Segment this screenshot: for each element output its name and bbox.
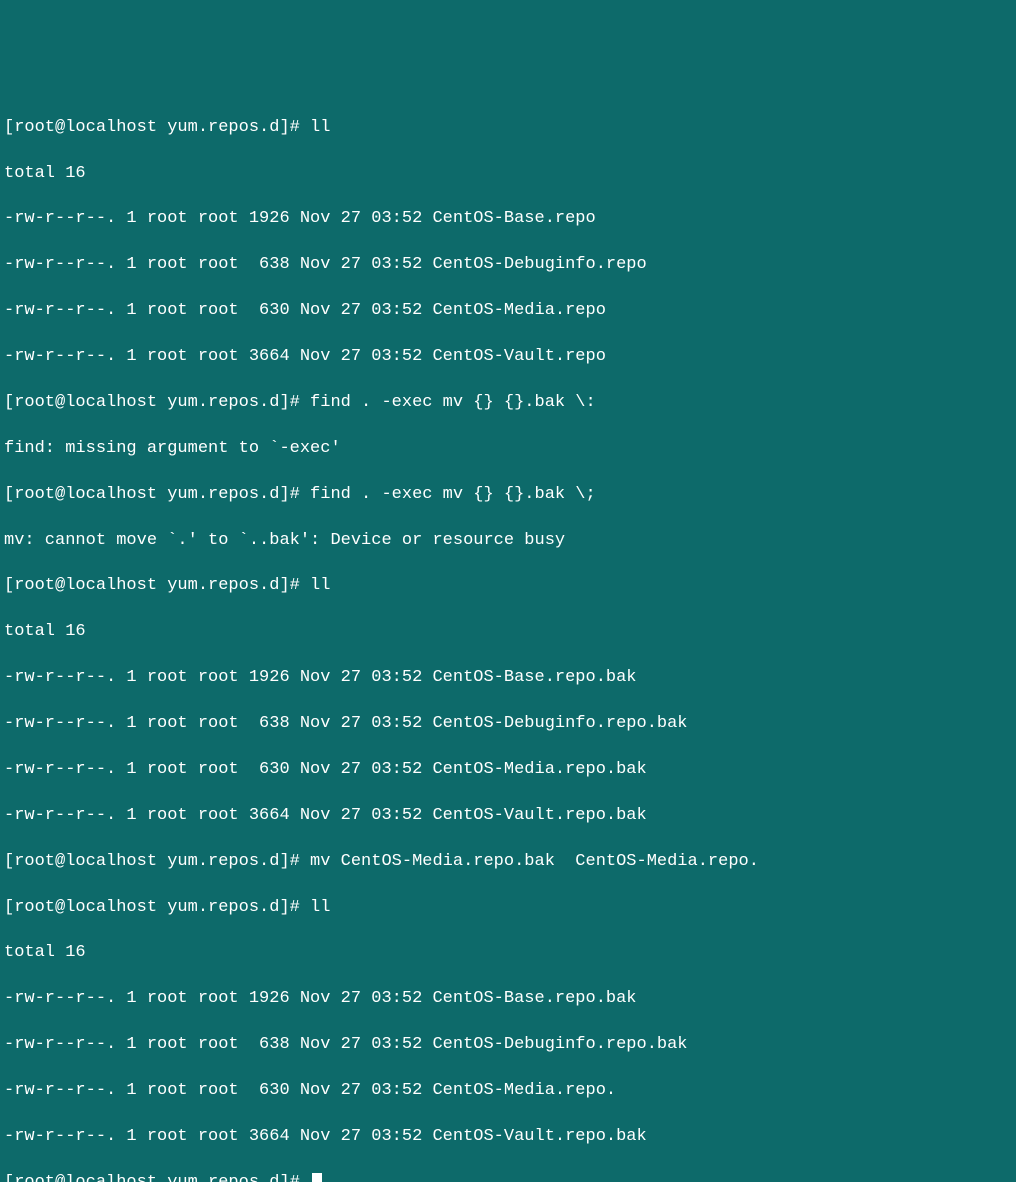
output-line: -rw-r--r--. 1 root root 1926 Nov 27 03:5… <box>4 667 1012 690</box>
prompt-line: [root@localhost yum.repos.d]# ll <box>4 897 1012 920</box>
output-line: -rw-r--r--. 1 root root 630 Nov 27 03:52… <box>4 300 1012 323</box>
prompt-line: [root@localhost yum.repos.d]# find . -ex… <box>4 484 1012 507</box>
output-line: -rw-r--r--. 1 root root 630 Nov 27 03:52… <box>4 759 1012 782</box>
output-line: total 16 <box>4 621 1012 644</box>
output-line: -rw-r--r--. 1 root root 1926 Nov 27 03:5… <box>4 988 1012 1011</box>
terminal-output[interactable]: [root@localhost yum.repos.d]# ll total 1… <box>4 94 1012 1182</box>
output-line: -rw-r--r--. 1 root root 3664 Nov 27 03:5… <box>4 1126 1012 1149</box>
error-line: find: missing argument to `-exec' <box>4 438 1012 461</box>
output-line: -rw-r--r--. 1 root root 3664 Nov 27 03:5… <box>4 346 1012 369</box>
prompt-line: [root@localhost yum.repos.d]# ll <box>4 575 1012 598</box>
output-line: total 16 <box>4 163 1012 186</box>
output-line: -rw-r--r--. 1 root root 638 Nov 27 03:52… <box>4 713 1012 736</box>
output-line: -rw-r--r--. 1 root root 1926 Nov 27 03:5… <box>4 208 1012 231</box>
output-line: -rw-r--r--. 1 root root 638 Nov 27 03:52… <box>4 1034 1012 1057</box>
cursor-icon <box>312 1173 322 1182</box>
prompt-line-active[interactable]: [root@localhost yum.repos.d]# <box>4 1172 1012 1182</box>
output-line: -rw-r--r--. 1 root root 638 Nov 27 03:52… <box>4 254 1012 277</box>
output-line: -rw-r--r--. 1 root root 630 Nov 27 03:52… <box>4 1080 1012 1103</box>
prompt-line: [root@localhost yum.repos.d]# ll <box>4 117 1012 140</box>
prompt-line: [root@localhost yum.repos.d]# find . -ex… <box>4 392 1012 415</box>
output-line: total 16 <box>4 942 1012 965</box>
prompt-text: [root@localhost yum.repos.d]# <box>4 1173 310 1182</box>
prompt-line: [root@localhost yum.repos.d]# mv CentOS-… <box>4 851 1012 874</box>
output-line: -rw-r--r--. 1 root root 3664 Nov 27 03:5… <box>4 805 1012 828</box>
error-line: mv: cannot move `.' to `..bak': Device o… <box>4 530 1012 553</box>
